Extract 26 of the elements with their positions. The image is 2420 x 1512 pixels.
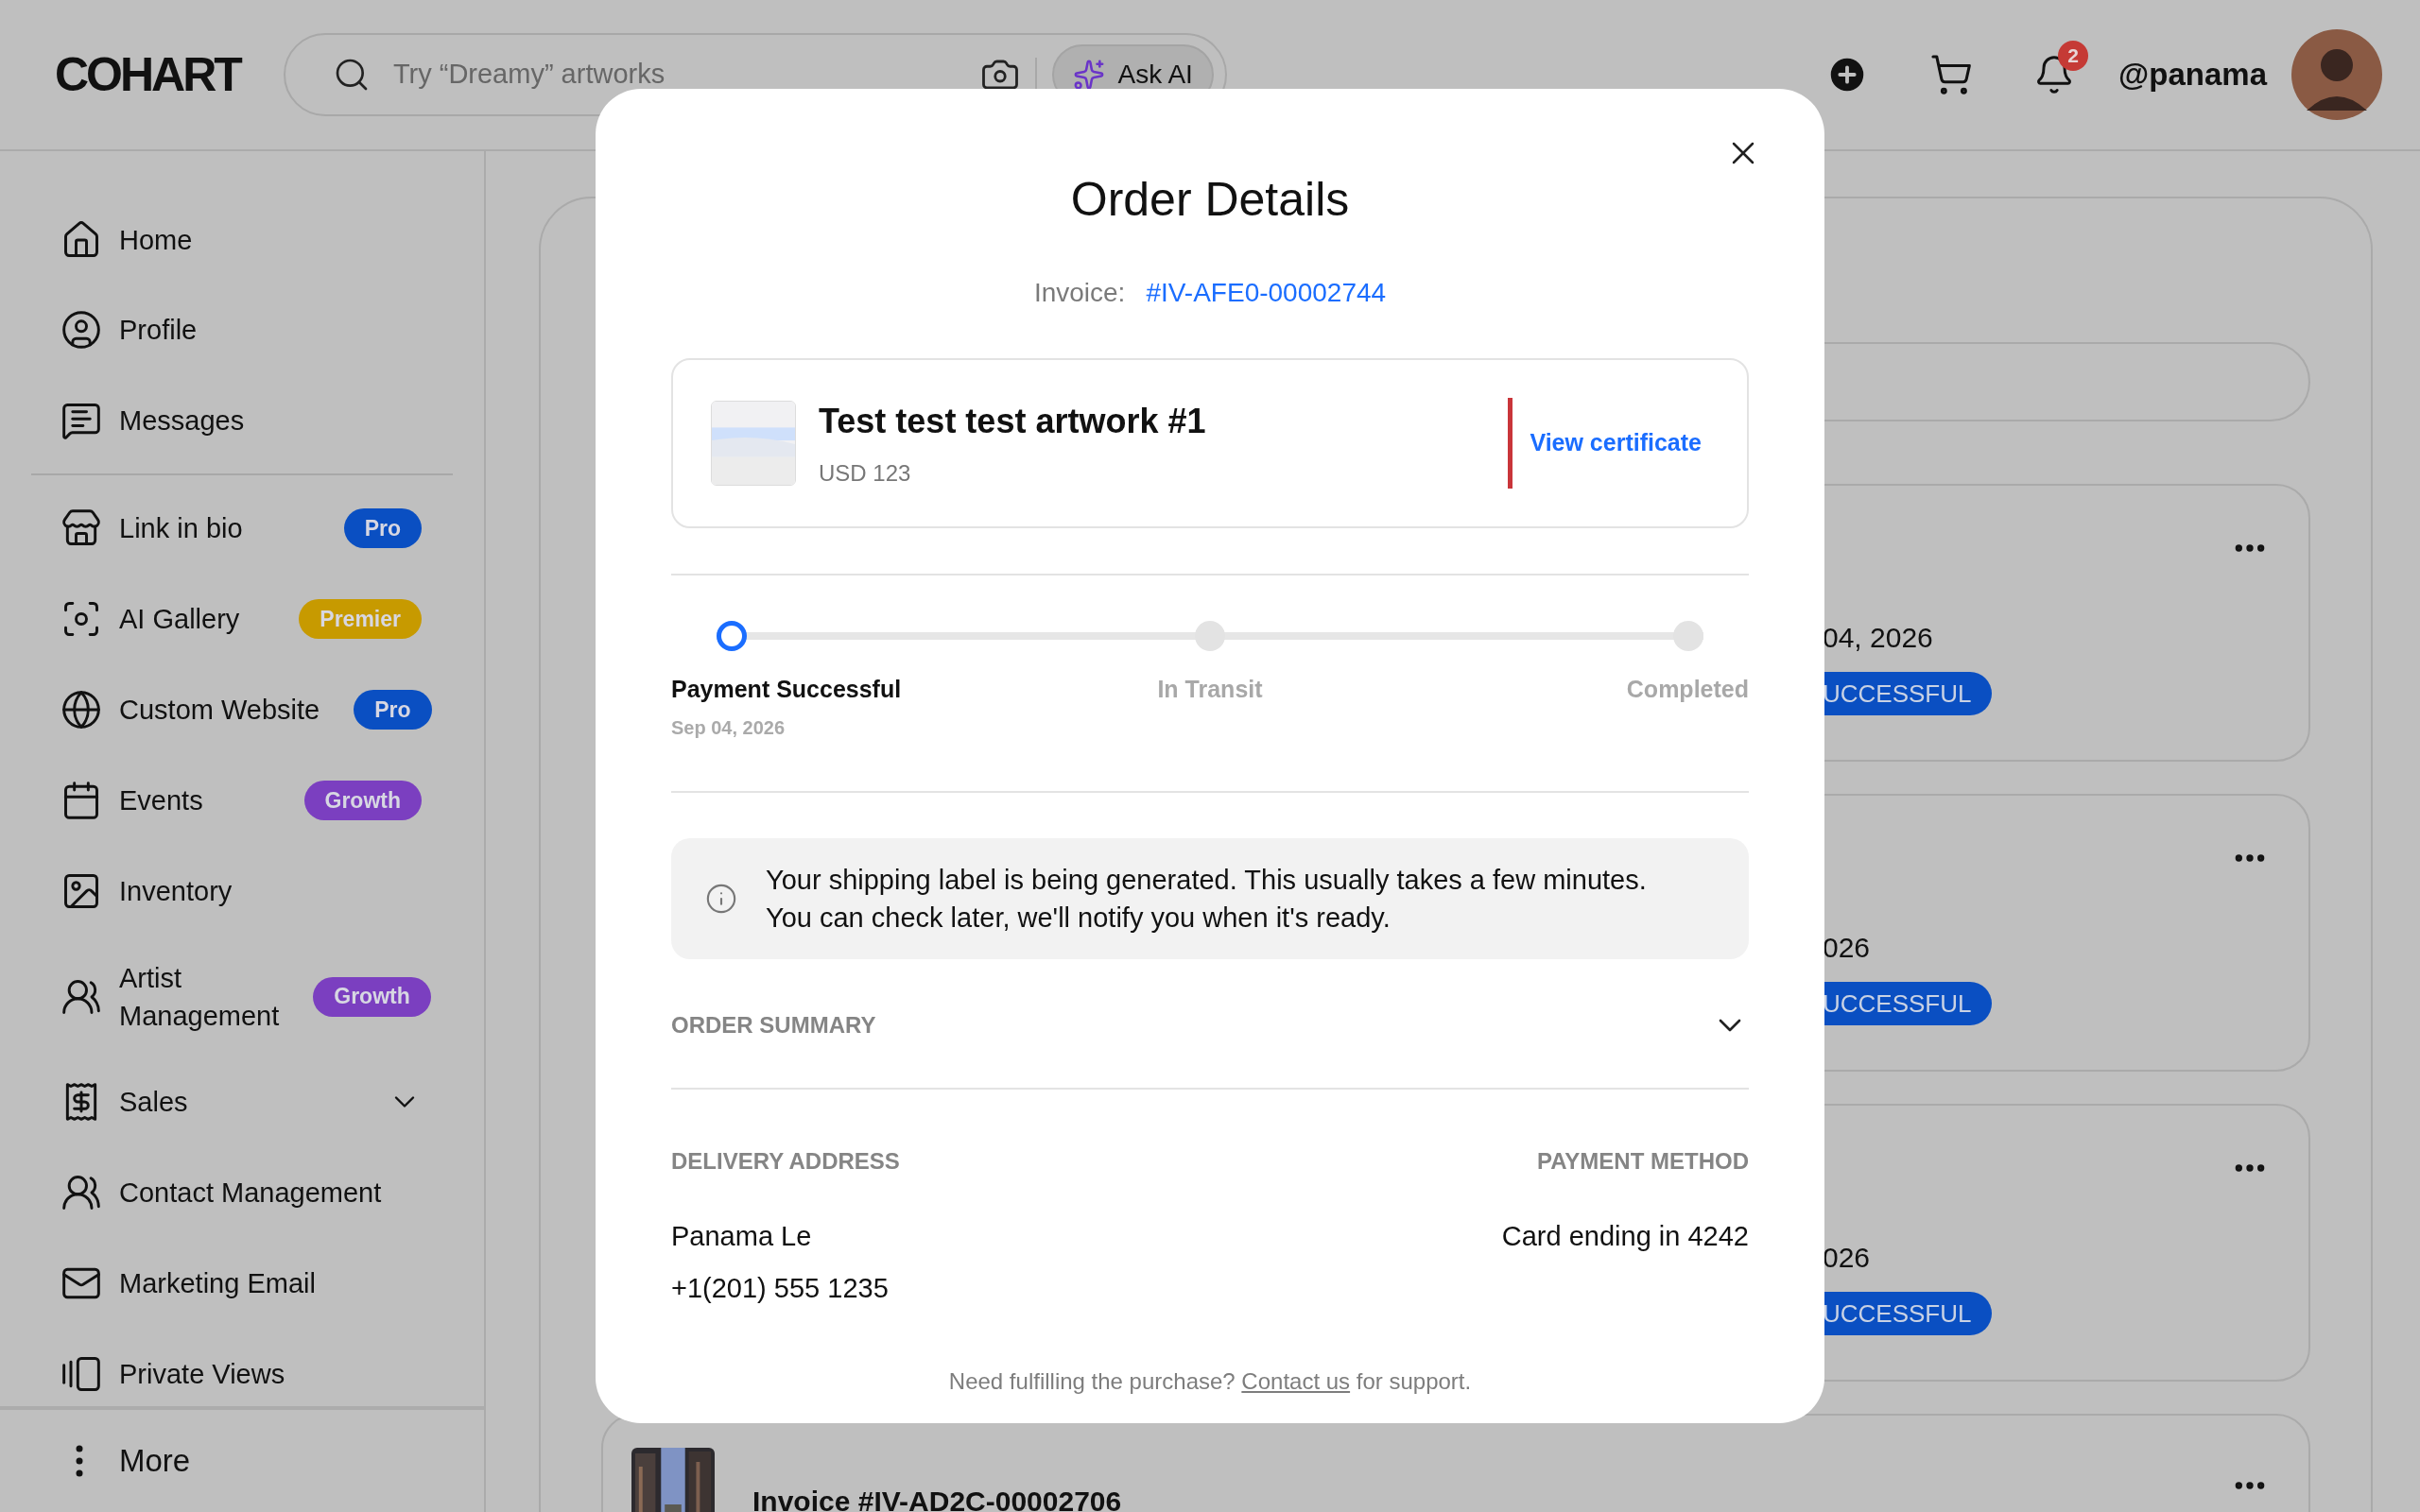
section-heading: DELIVERY ADDRESS [671,1146,900,1176]
step-label: Completed [1626,675,1749,704]
notice-text: Your shipping label is being generated. This usually takes a few minutes. You can check later, we'll notify you when it's ready. [766,863,1648,935]
plan-badge: Premier [299,598,422,639]
invoice-label: Invoice: [1033,277,1126,309]
order-date: 026 [1822,931,1872,965]
search-placeholder: Try “Dreamy” artworks [392,58,666,92]
payment-method: Card ending in 4242 [1501,1219,1749,1253]
order-date: 026 [1822,1241,1872,1275]
recipient-name: Panama Le [671,1219,813,1253]
step-label: In Transit [1157,675,1263,704]
plan-badge: Pro [343,507,422,548]
plan-badge: Pro [354,689,432,730]
plan-badge: Growth [313,976,431,1017]
order-date: 04, 2026 [1822,621,1934,655]
step-date: Sep 04, 2026 [671,715,786,740]
dialog-title: Order Details [1070,172,1350,228]
invoice-title: Invoice #IV-AD2C-00002706 [752,1485,1123,1512]
artwork-price: USD 123 [819,459,912,488]
artwork-title: Test test test artwork #1 [819,401,1207,442]
plan-badge: Growth [303,780,422,820]
notification-count: 2 [2058,41,2089,71]
step-label: Payment Successful [671,675,902,704]
recipient-phone: +1(201) 555 1235 [671,1272,890,1305]
support-text: Need fulfilling the purchase? Contact us for support. [948,1366,1472,1396]
section-heading: PAYMENT METHOD [1537,1146,1749,1176]
